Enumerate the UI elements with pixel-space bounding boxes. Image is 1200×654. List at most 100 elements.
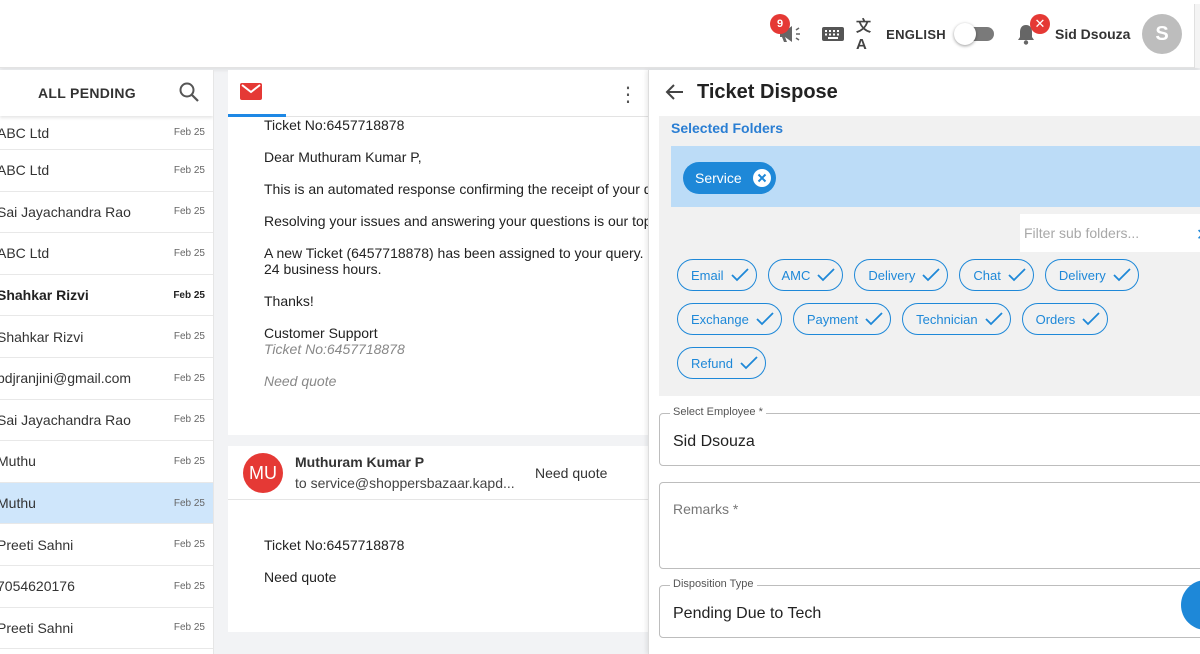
notifications-button[interactable]: ✕ [1016,0,1050,68]
list-item-date: Feb 25 [173,622,205,634]
list-item[interactable]: Sai Jayachandra Rao Feb 25 [0,400,213,442]
selected-folder-chip[interactable]: Service [683,162,776,194]
subfolder-chip-label: Delivery [1058,267,1106,283]
subfolder-chips-row: Refund [677,347,777,379]
remove-chip-icon[interactable] [752,168,772,188]
employee-select-value: Sid Dsouza [673,433,755,450]
ticket-list-title: ALL PENDING [38,85,136,101]
email-line: This is an automated response confirming… [264,181,652,197]
subfolder-filter: ✕ [1020,214,1200,252]
keyboard-button[interactable] [822,0,846,68]
list-item-name: Shahkar Rizvi [0,328,84,345]
subfolder-chip[interactable]: AMC [767,259,844,291]
email-signature: Customer Support [264,325,378,341]
ticket-dispose-panel: Ticket Dispose Selected Folders Service … [648,70,1200,654]
announcement-button[interactable]: 9 [770,0,806,68]
email-line: 24 business hours. [264,261,382,277]
email-thread-pane: ⋮ Ticket No:6457718878 Dear Muthuram Kum… [228,70,652,654]
check-icon [817,268,836,282]
mail-icon[interactable] [240,83,262,100]
subfolder-chip-label: Email [691,267,724,283]
translate-icon: 文A [856,18,872,53]
subfolder-chips-row: Exchange Payment Technician Orders [677,303,1119,335]
language-label: ENGLISH [886,26,946,42]
list-item-name: Shahkar Rizvi [0,287,89,304]
list-item-date: Feb 25 [173,164,205,176]
list-item[interactable]: ABC Ltd Feb 25 [0,233,213,275]
subfolder-chip[interactable]: Email [677,259,757,291]
email-quoted-ticket: Ticket No:6457718878 [264,341,405,357]
check-icon [740,356,758,370]
check-icon [1113,268,1131,282]
subfolder-chip[interactable]: Delivery [854,259,949,291]
avatar-initial: S [1142,14,1182,54]
list-item-name: Sai Jayachandra Rao [0,411,131,428]
check-icon [1082,312,1100,326]
list-item-date: Feb 25 [173,580,205,592]
folder-selection-area: Selected Folders Service ✕ Email AMC Del… [659,116,1200,396]
email-line: Resolving your issues and answering your… [264,213,652,229]
list-item[interactable]: Shahkar Rizvi Feb 25 [0,316,213,358]
selected-folders-label: Selected Folders [671,120,784,136]
email-message: Ticket No:6457718878 Dear Muthuram Kumar… [228,117,652,435]
subfolder-chip[interactable]: Orders [1021,303,1109,335]
check-icon [730,268,749,282]
subfolder-filter-input[interactable] [1020,214,1190,252]
employee-select[interactable]: Select Employee * Sid Dsouza [659,406,1200,466]
language-selector[interactable]: 文A ENGLISH [856,0,946,68]
recipient-address: to service@shoppersbazaar.kapd... [295,475,515,491]
subfolder-chip[interactable]: Technician [902,303,1011,335]
list-item-selected[interactable]: Muthu Feb 25 [0,482,213,525]
check-icon [984,312,1003,326]
subfolder-chip-label: AMC [781,267,811,283]
more-options-icon[interactable]: ⋮ [618,82,638,107]
ticket-number: Ticket No:6457718878 [264,537,405,553]
subfolder-chip[interactable]: Refund [677,347,766,379]
list-item-date: Feb 25 [173,206,205,218]
list-item[interactable]: pdjranjini@gmail.com Feb 25 [0,358,213,400]
keyboard-icon [822,27,844,41]
subfolder-chip[interactable]: Chat [959,259,1034,291]
email-message: MU Muthuram Kumar P to service@shoppersb… [228,446,648,632]
list-item[interactable]: Preeti Sahni Feb 25 [0,524,213,566]
clear-filter-icon[interactable]: ✕ [1196,225,1200,245]
remarks-field[interactable]: Remarks * [659,482,1200,569]
check-icon [1008,268,1026,282]
list-item-name: Sai Jayachandra Rao [0,203,131,220]
back-arrow-icon[interactable] [665,82,685,102]
list-item-date: Feb 25 [173,247,205,259]
search-icon[interactable] [178,81,200,103]
employee-select-label: Select Employee * [670,406,766,418]
list-item[interactable]: Shahkar Rizvi Feb 25 [0,275,213,317]
dispose-title: Ticket Dispose [697,81,838,103]
selected-folder-chip-label: Service [695,170,742,186]
theme-toggle[interactable] [954,0,996,68]
disposition-type-label: Disposition Type [670,578,757,590]
subfolder-chip[interactable]: Delivery [1044,259,1139,291]
remarks-placeholder: Remarks * [673,501,739,517]
dispose-header: Ticket Dispose [649,70,1200,116]
subfolder-chips-row: Email AMC Delivery Chat Delivery [677,259,1150,291]
list-item[interactable]: Preeti Sahni Feb 25 [0,608,213,650]
list-item[interactable]: 7054620176 Feb 25 [0,566,213,608]
list-item[interactable]: Sai Jayachandra Rao Feb 25 [0,192,213,234]
list-item[interactable]: ABC Ltd Feb 25 [0,116,213,150]
list-item-name: ABC Ltd [0,124,50,141]
list-item-name: Muthu [0,453,36,470]
disposition-type-select[interactable]: Disposition Type Pending Due to Tech [659,578,1200,638]
list-item-name: pdjranjini@gmail.com [0,370,132,387]
avatar[interactable]: S [1142,0,1182,68]
list-item[interactable]: Muthu Feb 25 [0,441,213,483]
list-item[interactable]: ABC Ltd Feb 25 [0,150,213,192]
top-bar: 9 文A ENGLISH ✕ Sid Dsouza S [0,0,1200,68]
announcement-badge: 9 [770,14,790,34]
subfolder-chip[interactable]: Payment [792,303,892,335]
subfolder-chip[interactable]: Exchange [677,303,782,335]
list-item-date: Feb 25 [173,372,205,384]
disposition-type-value: Pending Due to Tech [673,605,822,622]
subfolder-chip-label: Delivery [868,267,916,283]
list-item-name: Preeti Sahni [0,619,74,636]
subfolder-chip-label: Exchange [691,311,749,327]
check-icon [922,268,941,282]
email-header[interactable]: MU Muthuram Kumar P to service@shoppersb… [228,446,648,500]
